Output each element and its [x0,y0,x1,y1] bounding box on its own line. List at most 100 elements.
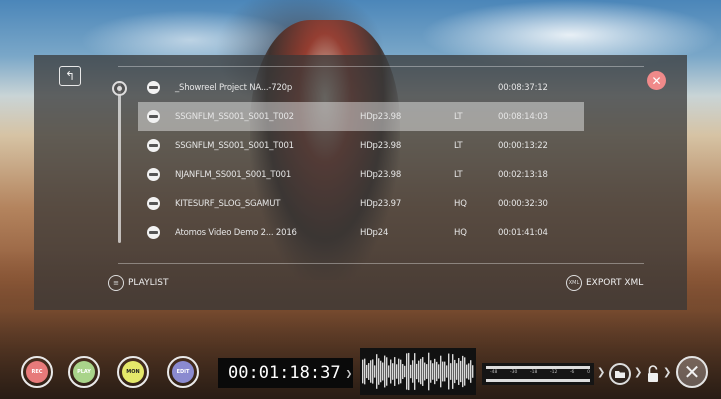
waveform-bar [454,359,456,384]
waveform-bar [386,357,388,386]
clip-icon [147,226,160,239]
waveform-bar [416,363,418,380]
edit-button[interactable]: EDIT [167,356,199,388]
playlist-label: PLAYLIST [128,278,169,288]
waveform-bar [438,364,440,379]
waveform-bar [374,365,376,378]
clip-row[interactable]: SSGNFLM_SS001_S001_T001 HDp23.98 LT 00:0… [138,131,618,160]
waveform-bar [366,364,368,379]
waveform-bar [410,364,412,379]
waveform-bar [368,363,370,380]
clip-icon [147,168,160,181]
waveform-bar [424,362,426,381]
waveform-bar [400,359,402,384]
clip-format: HDp23.98 [360,141,402,151]
waveform-bar [434,358,436,385]
meter-bar-left [486,366,590,369]
waveform-bar [460,360,462,383]
scrollbar-track[interactable] [118,81,121,243]
clip-icon [147,110,160,123]
clip-row[interactable]: KITESURF_SLOG_SGAMUT HDp23.97 HQ 00:00:3… [138,189,618,218]
waveform-bar [466,364,468,379]
waveform-bar [382,362,384,381]
audio-meters[interactable]: -48 -30 -18 -12 -6 0 [482,363,594,385]
mon-button[interactable]: MON [117,356,149,388]
rec-button-label: REC [26,361,48,383]
clip-icon [147,139,160,152]
clip-browser-panel: ↰ ✕ _Showreel Project NA...-720p 00:08:3… [34,55,687,310]
scrollbar-thumb[interactable] [112,81,127,96]
waveform-bar [398,358,400,385]
waveform-bar [426,364,428,379]
playlist-icon: ≡ [108,275,124,291]
up-folder-icon[interactable]: ↰ [59,66,81,86]
waveform-bar [458,358,460,385]
clip-row[interactable]: Atomos Video Demo 2... 2016 HDp24 HQ 00:… [138,218,618,247]
waveform-bar [470,360,472,383]
waveform-bar [432,363,434,380]
waveform-bar [472,365,474,378]
clip-name: _Showreel Project NA...-720p [175,83,293,93]
folder-button[interactable] [609,363,631,385]
chevron-right-icon: ❯ [597,367,606,378]
clip-list: _Showreel Project NA...-720p 00:08:37:12… [138,73,658,247]
timecode-value: 00:01:18:37 [228,363,341,383]
exit-icon[interactable]: ✕ [676,356,708,388]
waveform-bar [390,359,392,384]
clip-row-selected[interactable]: SSGNFLM_SS001_S001_T002 HDp23.98 LT 00:0… [138,102,584,131]
waveform-bar [462,355,464,388]
clip-icon [147,197,160,210]
clip-duration: 00:08:37:12 [498,83,548,93]
edit-button-label: EDIT [172,361,194,383]
chevron-right-icon: ❯ [345,366,353,380]
chevron-right-icon: ❯ [634,367,643,378]
mon-button-label: MON [122,361,144,383]
clip-duration: 00:00:13:22 [498,141,548,151]
lock-icon[interactable] [646,363,660,385]
divider [118,66,644,67]
clip-format: HDp23.98 [360,112,402,122]
clip-duration: 00:01:41:04 [498,228,548,238]
waveform-bar [456,363,458,380]
waveform-bar [468,363,470,380]
timecode-display[interactable]: 00:01:18:37 ❯ [218,358,353,388]
divider [118,263,644,264]
export-xml-label: EXPORT XML [586,278,644,288]
waveform-bar [464,357,466,386]
meter-tick: 0 [587,370,590,375]
waveform-bar [392,363,394,380]
clip-row[interactable]: NJANFLM_SS001_S001_T001 HDp23.98 LT 00:0… [138,160,618,189]
waveform-bar [362,359,364,384]
clip-row[interactable]: _Showreel Project NA...-720p 00:08:37:12 [138,73,618,102]
waveform-bar [396,364,398,379]
waveform-bar [372,359,374,384]
waveform-bar [380,360,382,383]
meter-tick: -30 [509,370,518,375]
waveform-bar [408,352,410,391]
clip-format: HDp23.98 [360,170,402,180]
play-button[interactable]: PLAY [68,356,100,388]
waveform-bar [394,357,396,386]
waveform-bar [406,353,408,390]
meter-scale: -48 -30 -18 -12 -6 0 [490,370,590,375]
meter-tick: -12 [549,370,558,375]
clip-format: HDp23.97 [360,199,402,209]
meter-bar-right [486,379,590,382]
clip-format: HDp24 [360,228,389,238]
waveform-bar [442,361,444,382]
waveform-bar [412,360,414,383]
export-xml-button[interactable]: XML EXPORT XML [566,274,643,292]
folder-icon [615,371,625,378]
playlist-button[interactable]: ≡ PLAYLIST [108,274,168,292]
xml-icon: XML [566,275,582,291]
waveform-bar [428,352,430,391]
meter-tick: -48 [490,370,498,375]
meter-tick: -6 [569,370,575,375]
waveform-bar [404,365,406,378]
waveform-bar [402,364,404,379]
clip-codec: LT [454,112,463,122]
chevron-right-icon: ❯ [663,367,672,378]
rec-button[interactable]: REC [21,356,53,388]
clip-name: NJANFLM_SS001_S001_T001 [175,170,292,180]
clip-name: SSGNFLM_SS001_S001_T001 [175,141,294,151]
